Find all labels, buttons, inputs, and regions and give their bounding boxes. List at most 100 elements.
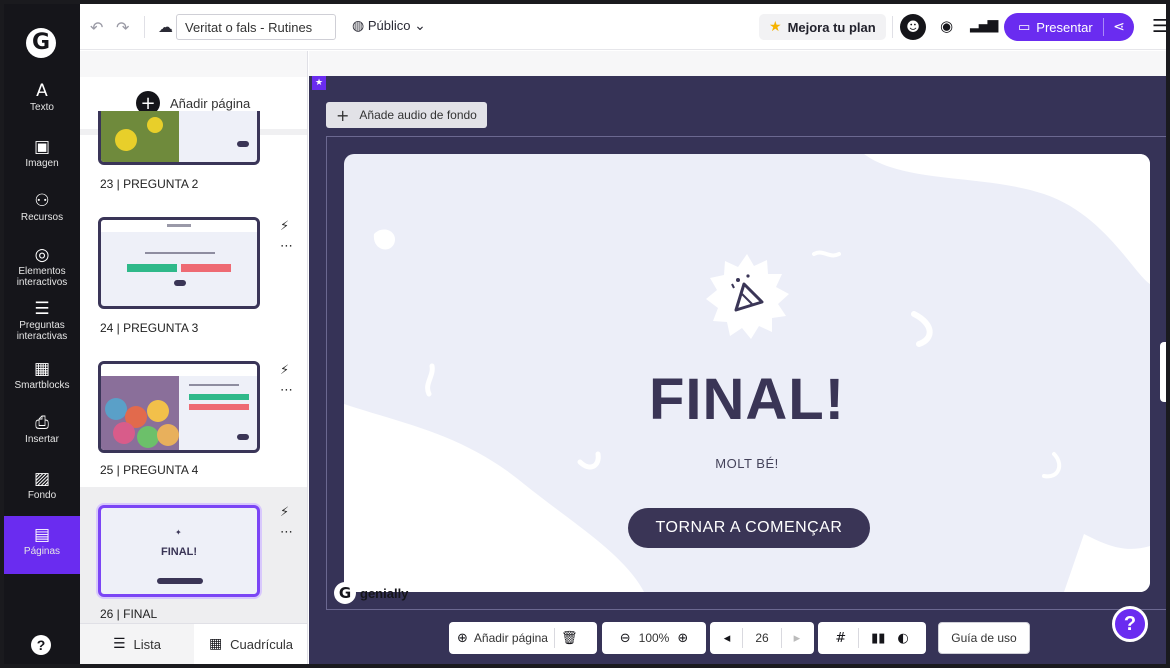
globe-icon: ◍ [352, 18, 365, 34]
thumbnail-title: FINAL! [160, 546, 198, 558]
brand-text: genially [360, 585, 409, 601]
rail-item-imagen[interactable]: ▣ Imagen [4, 138, 80, 186]
zoom-controls: ⊖ 100% ⊕ [602, 622, 706, 654]
divider [742, 628, 744, 648]
redo-icon[interactable]: ↷ [116, 18, 129, 37]
rail-item-smartblocks[interactable]: ▦ Smartblocks [4, 360, 80, 408]
columns-icon[interactable]: ▮▮ [871, 631, 885, 646]
page-tools: ⚡ ⋯ [280, 503, 293, 543]
genially-watermark: G genially [334, 582, 408, 604]
list-icon: ☰ [112, 636, 126, 652]
smartblocks-icon: ▦ [33, 359, 51, 379]
rail-item-texto[interactable]: A Texto [4, 82, 80, 130]
present-button[interactable]: ▭ Presentar ⋖ [1004, 13, 1134, 41]
divider [780, 628, 782, 648]
canvas-top-strip [309, 51, 1166, 76]
present-icon: ▭ [1018, 19, 1031, 35]
tab-label: Lista [133, 636, 162, 652]
visibility-dropdown[interactable]: ◍ Público ⌄ [352, 18, 426, 34]
page-actions-toolbar: ⊕ Añadir página 🗑 [449, 622, 597, 654]
side-panel-handle[interactable] [1160, 342, 1166, 402]
page-navigation: ◂ 26 ▸ [710, 622, 814, 654]
cloud-saved-icon: ☁ [158, 18, 173, 36]
slide-subtitle[interactable]: MOLT BÉ! [344, 456, 1150, 471]
page-thumbnail-25[interactable] [98, 361, 260, 453]
rail-item-label: Fondo [27, 490, 57, 501]
share-icon[interactable]: ⋖ [1104, 19, 1134, 35]
more-options-icon[interactable]: ⋯ [280, 237, 293, 257]
rail-item-label: Recursos [20, 212, 64, 223]
grid-guides-icon[interactable]: # [835, 631, 846, 646]
page-tools: ⚡ ⋯ [280, 217, 293, 257]
zoom-level: 100% [638, 631, 670, 645]
trash-icon[interactable]: 🗑 [561, 631, 578, 646]
magic-wand-icon[interactable]: ⚡ [280, 503, 293, 523]
panel-view-tabs: ☰ Lista ▦ Cuadrícula [80, 623, 307, 664]
page-thumbnail-26[interactable]: ✦ FINAL! [98, 505, 260, 597]
layers-icon[interactable]: ◐ [897, 631, 908, 646]
interactive-questions-icon: ☰ [34, 299, 50, 319]
document-title-input[interactable]: Veritat o fals - Rutines [176, 14, 336, 40]
magic-wand-icon[interactable]: ⚡ [280, 217, 293, 237]
page-tools: ⚡ ⋯ [280, 361, 293, 401]
pages-icon: ▤ [33, 525, 51, 545]
preview-eye-icon[interactable]: ◉ [940, 17, 953, 35]
page-label: 25 | PREGUNTA 4 [100, 463, 199, 477]
page-thumbnail-23[interactable] [98, 111, 260, 165]
audio-label: Añade audio de fondo [359, 108, 477, 122]
magic-wand-icon[interactable]: ⚡ [280, 361, 293, 381]
divider [858, 628, 860, 648]
upgrade-plan-button[interactable]: ★ Mejora tu plan [759, 14, 886, 40]
add-collaborator-icon[interactable]: ☻ [900, 14, 926, 40]
insert-icon: ⎙ [35, 413, 49, 433]
page-label: 26 | FINAL [100, 607, 158, 621]
panel-header-strip [80, 51, 307, 77]
rail-item-preguntas-interactivas[interactable]: ☰ Preguntas interactivas [4, 300, 80, 348]
rail-item-insertar[interactable]: ⎙ Insertar [4, 414, 80, 462]
previous-page-icon[interactable]: ◂ [724, 631, 731, 646]
zoom-out-icon[interactable]: ⊖ [620, 631, 631, 646]
help-fab-icon[interactable]: ? [1112, 606, 1148, 642]
page-thumbnail-24[interactable] [98, 217, 260, 309]
tab-grid[interactable]: ▦ Cuadrícula [194, 624, 307, 664]
next-page-icon[interactable]: ▸ [794, 631, 801, 646]
text-icon: A [36, 81, 48, 101]
rail-item-label: Elementos interactivos [16, 266, 68, 288]
usage-guide-button[interactable]: Guía de uso [938, 622, 1030, 654]
add-background-audio-button[interactable]: + Añade audio de fondo [326, 102, 487, 128]
zoom-in-icon[interactable]: ⊕ [677, 631, 688, 646]
rail-item-recursos[interactable]: ⚇ Recursos [4, 192, 80, 240]
interactive-elements-icon: ◎ [34, 245, 50, 265]
party-popper-icon [706, 254, 789, 339]
rail-item-elementos-interactivos[interactable]: ◎ Elementos interactivos [4, 246, 80, 294]
genially-logo[interactable]: G [26, 28, 56, 58]
tab-label: Cuadrícula [230, 636, 294, 652]
help-icon[interactable]: ? [31, 635, 51, 655]
current-page-number[interactable]: 26 [755, 631, 768, 645]
tab-list[interactable]: ☰ Lista [80, 624, 194, 664]
view-tools: # ▮▮ ◐ [818, 622, 926, 654]
rail-item-paginas[interactable]: ▤ Páginas [4, 516, 80, 574]
genially-logo-icon: G [334, 582, 356, 604]
resources-icon: ⚇ [34, 191, 50, 211]
page-label: 23 | PREGUNTA 2 [100, 177, 199, 191]
hamburger-menu-icon[interactable]: ☰ [1152, 16, 1166, 37]
add-page-bottom-button[interactable]: Añadir página [474, 631, 548, 645]
pin-icon[interactable]: ★ [312, 76, 326, 90]
rail-item-label: Preguntas interactivas [16, 320, 68, 342]
app-window: G A Texto ▣ Imagen ⚇ Recursos ◎ Elemento… [4, 4, 1166, 664]
slide-title[interactable]: FINAL! [344, 366, 1150, 433]
stats-icon[interactable]: ▂▄▆ [970, 17, 998, 33]
more-options-icon[interactable]: ⋯ [280, 381, 293, 401]
pages-panel: + Añadir página 23 | PREGUNTA 2 ⚡ ⋯ 24 | [80, 51, 308, 664]
plus-circle-icon: ⊕ [457, 630, 468, 646]
rail-item-fondo[interactable]: ▨ Fondo [4, 470, 80, 518]
chevron-down-icon: ⌄ [414, 18, 426, 34]
more-options-icon[interactable]: ⋯ [280, 523, 293, 543]
upgrade-label: Mejora tu plan [787, 19, 876, 35]
restart-button[interactable]: TORNAR A COMENÇAR [628, 508, 870, 548]
thumbnail-image [101, 111, 179, 162]
undo-icon[interactable]: ↶ [90, 18, 103, 37]
rail-item-label: Smartblocks [14, 380, 70, 391]
slide[interactable]: FINAL! MOLT BÉ! TORNAR A COMENÇAR [344, 154, 1150, 592]
